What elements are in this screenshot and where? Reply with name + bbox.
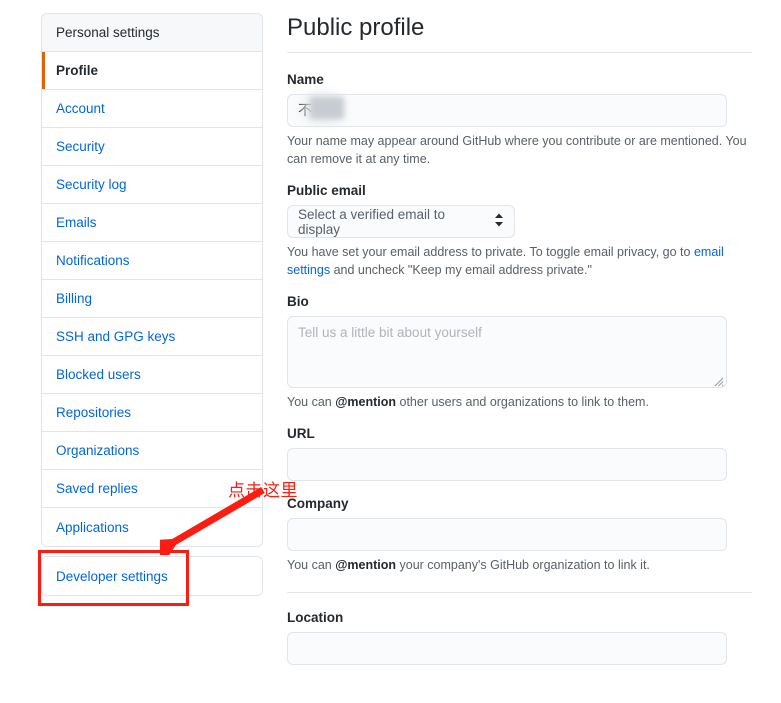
developer-settings-group: Developer settings bbox=[41, 556, 263, 596]
sidebar-item-ssh-and-gpg-keys[interactable]: SSH and GPG keys bbox=[42, 318, 262, 356]
bio-label: Bio bbox=[287, 294, 309, 309]
name-field-group: Name 不 Your name may appear around GitHu… bbox=[287, 71, 752, 168]
sidebar-item-developer-settings[interactable]: Developer settings bbox=[42, 557, 262, 595]
sidebar-item-repositories[interactable]: Repositories bbox=[42, 394, 262, 432]
sidebar-item-label: Developer settings bbox=[56, 568, 168, 584]
bio-textarea[interactable]: Tell us a little bit about yourself bbox=[287, 316, 727, 388]
public-email-helper-text: You have set your email address to priva… bbox=[287, 243, 752, 279]
sidebar-item-security[interactable]: Security bbox=[42, 128, 262, 166]
mention-token: @mention bbox=[335, 558, 397, 572]
section-divider bbox=[287, 592, 752, 593]
helper-text-post: your company's GitHub organization to li… bbox=[396, 558, 650, 572]
settings-page: Personal settings Profile Account Securi… bbox=[0, 0, 781, 703]
sidebar-item-label: Repositories bbox=[56, 405, 132, 420]
company-field-group: Company You can @mention your company's … bbox=[287, 495, 752, 574]
sidebar-item-billing[interactable]: Billing bbox=[42, 280, 262, 318]
sidebar-item-label: Organizations bbox=[56, 443, 140, 458]
redaction-blur bbox=[310, 97, 344, 119]
sidebar-item-label: Billing bbox=[56, 291, 93, 306]
url-input[interactable] bbox=[287, 448, 727, 481]
public-email-field-group: Public email Select a verified email to … bbox=[287, 182, 752, 279]
company-input[interactable] bbox=[287, 518, 727, 551]
url-field-group: URL bbox=[287, 425, 752, 481]
sidebar-item-label: Emails bbox=[56, 215, 97, 230]
name-label: Name bbox=[287, 72, 324, 87]
helper-text-pre: You can bbox=[287, 395, 336, 409]
sidebar-item-label: Security bbox=[56, 139, 105, 154]
name-helper-text: Your name may appear around GitHub where… bbox=[287, 134, 747, 166]
helper-text-after-link: and uncheck "Keep my email address priva… bbox=[330, 263, 592, 277]
sidebar-item-label: Notifications bbox=[56, 253, 130, 268]
resize-handle-icon[interactable] bbox=[714, 375, 724, 387]
mention-token: @mention bbox=[335, 395, 397, 409]
sidebar-item-account[interactable]: Account bbox=[42, 90, 262, 128]
sidebar-item-blocked-users[interactable]: Blocked users bbox=[42, 356, 262, 394]
sidebar-item-profile[interactable]: Profile bbox=[42, 52, 262, 90]
helper-text-post: other users and organizations to link to… bbox=[396, 395, 649, 409]
location-input[interactable] bbox=[287, 632, 727, 665]
sidebar-item-label: Security log bbox=[56, 177, 127, 192]
title-divider bbox=[287, 52, 752, 53]
bio-helper-text: You can @mention other users and organiz… bbox=[287, 393, 752, 411]
sidebar-item-label: SSH and GPG keys bbox=[56, 329, 176, 344]
sidebar-item-organizations[interactable]: Organizations bbox=[42, 432, 262, 470]
public-email-select[interactable]: Select a verified email to display bbox=[287, 205, 515, 238]
sidebar-item-label: Saved replies bbox=[56, 481, 138, 496]
sidebar-item-emails[interactable]: Emails bbox=[42, 204, 262, 242]
annotation-callout-text: 点击这里 bbox=[228, 481, 298, 501]
company-helper-text: You can @mention your company's GitHub o… bbox=[287, 556, 752, 574]
sidebar-item-label: Profile bbox=[56, 63, 99, 78]
location-field-group: Location bbox=[287, 609, 752, 665]
sidebar-item-label: Applications bbox=[56, 519, 129, 535]
sidebar-header: Personal settings bbox=[42, 14, 262, 52]
sidebar-item-notifications[interactable]: Notifications bbox=[42, 242, 262, 280]
public-profile-form: Public profile Name 不 Your name may appe… bbox=[287, 13, 752, 679]
sidebar-item-label: Blocked users bbox=[56, 367, 141, 382]
name-input-value: 不 bbox=[298, 91, 344, 126]
public-email-selected-value: Select a verified email to display bbox=[298, 206, 446, 237]
personal-settings-sidebar: Personal settings Profile Account Securi… bbox=[41, 13, 263, 547]
page-title: Public profile bbox=[287, 14, 425, 41]
name-input[interactable]: 不 bbox=[287, 91, 727, 127]
helper-text-before-link: You have set your email address to priva… bbox=[287, 245, 694, 259]
url-label: URL bbox=[287, 426, 315, 441]
helper-text-pre: You can bbox=[287, 558, 336, 572]
bio-placeholder: Tell us a little bit about yourself bbox=[298, 325, 482, 340]
sidebar-item-security-log[interactable]: Security log bbox=[42, 166, 262, 204]
public-email-label: Public email bbox=[287, 183, 366, 198]
chevron-up-down-icon bbox=[494, 212, 504, 231]
location-label: Location bbox=[287, 610, 344, 625]
sidebar-item-applications[interactable]: Applications bbox=[42, 508, 262, 546]
company-label: Company bbox=[287, 496, 349, 511]
bio-field-group: Bio Tell us a little bit about yourself … bbox=[287, 293, 752, 411]
sidebar-item-label: Account bbox=[56, 101, 105, 116]
